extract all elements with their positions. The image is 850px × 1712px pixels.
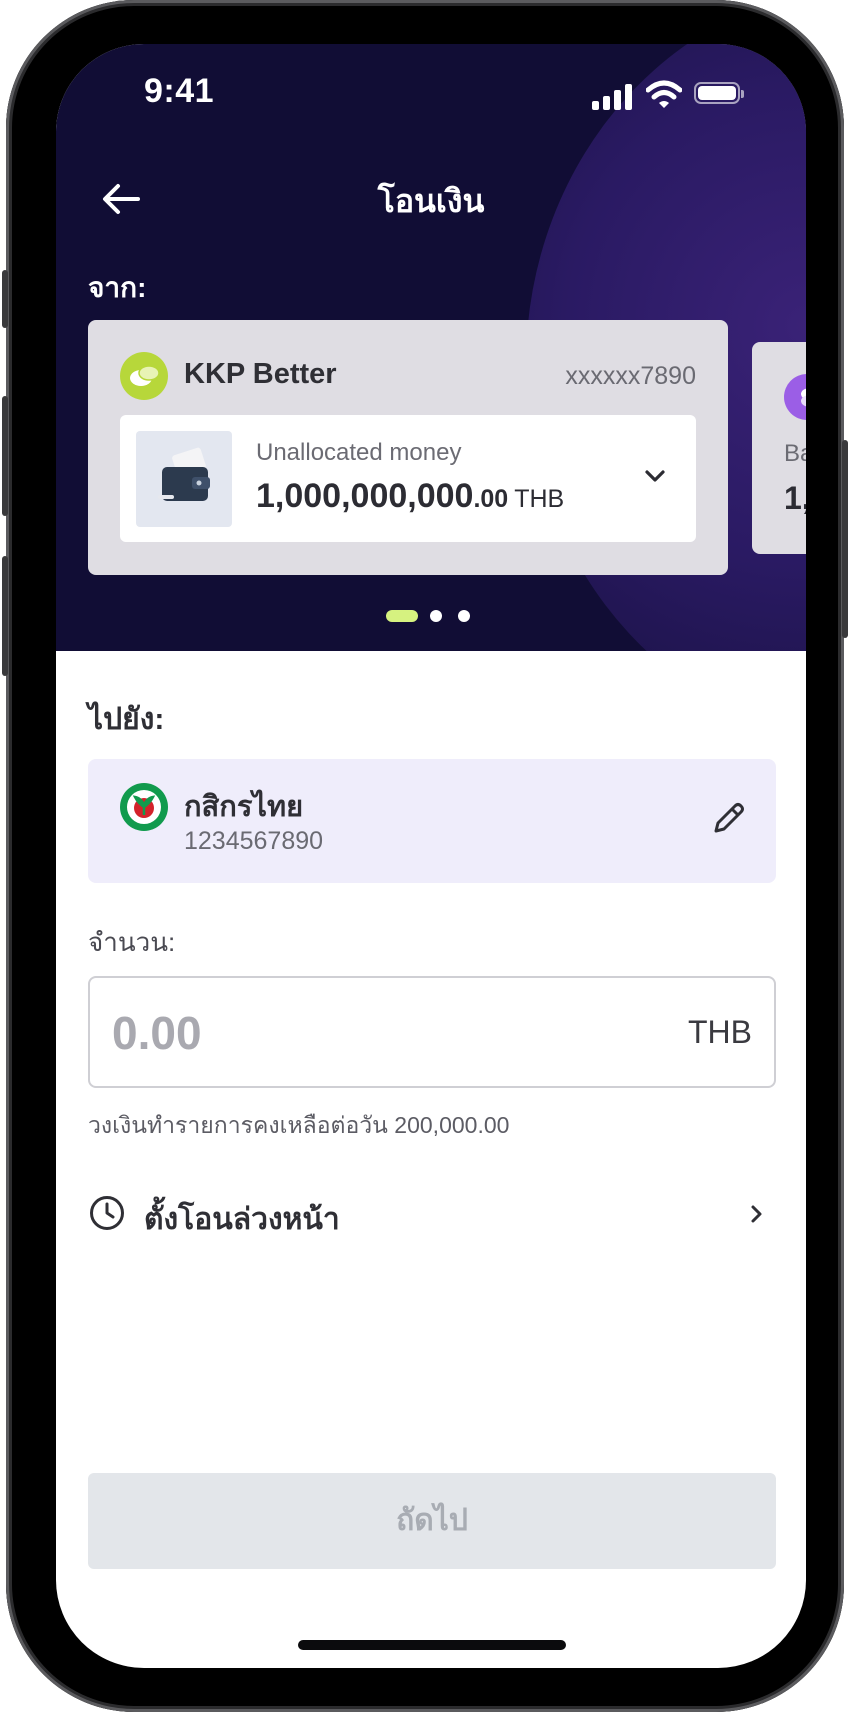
- to-label: ไปยัง:: [88, 703, 165, 736]
- volume-up-button: [2, 396, 8, 516]
- account-name: KKP Better: [184, 358, 337, 390]
- pencil-icon[interactable]: [708, 799, 748, 839]
- header: 9:41 โอนเงิน จาก: KKP Better xxxxxx7890 …: [56, 44, 806, 651]
- battery-icon: [694, 82, 744, 104]
- power-button: [842, 440, 848, 638]
- recipient-bank-name: กสิกรไทย: [184, 791, 304, 823]
- pager-dot[interactable]: [430, 610, 442, 622]
- chevron-right-icon: [751, 1205, 762, 1223]
- schedule-transfer-label: ตั้งโอนล่วงหน้า: [144, 1203, 340, 1236]
- account-card-next[interactable]: Ba 1,: [752, 342, 806, 554]
- pocket-label: Unallocated money: [256, 439, 462, 466]
- amount-currency: THB: [688, 1014, 752, 1050]
- account-card-kkp-better[interactable]: KKP Better xxxxxx7890 Unallocated money: [88, 320, 728, 575]
- next-card-amount: 1,: [784, 480, 806, 516]
- volume-down-button: [2, 556, 8, 676]
- account-number: xxxxxx7890: [565, 362, 696, 390]
- wallet-icon: [136, 431, 232, 527]
- next-button[interactable]: ถัดไป: [88, 1473, 776, 1569]
- from-label: จาก:: [88, 272, 147, 303]
- phone-frame: 9:41 โอนเงิน จาก: KKP Better xxxxxx7890 …: [2, 0, 848, 1712]
- kasikorn-logo-icon: [120, 783, 168, 831]
- pocket-balance: 1,000,000,000.00 THB: [256, 477, 564, 516]
- coins-icon: [784, 374, 806, 420]
- home-indicator[interactable]: [298, 1640, 566, 1650]
- next-card-label: Ba: [784, 440, 806, 467]
- status-time: 9:41: [144, 72, 215, 110]
- mute-switch: [2, 270, 8, 328]
- clock-icon: [90, 1196, 124, 1230]
- amount-label: จำนวน:: [88, 927, 176, 957]
- pager-dot[interactable]: [458, 610, 470, 622]
- schedule-transfer-row[interactable]: ตั้งโอนล่วงหน้า: [88, 1184, 776, 1244]
- wifi-icon: [646, 80, 682, 108]
- screen: 9:41 โอนเงิน จาก: KKP Better xxxxxx7890 …: [56, 44, 806, 1668]
- recipient-card[interactable]: กสิกรไทย 1234567890: [88, 759, 776, 883]
- pager-dot-active[interactable]: [386, 610, 418, 622]
- balance-main: 1,000,000,000: [256, 477, 474, 515]
- balance-decimal: .00: [473, 485, 509, 513]
- page-title: โอนเงิน: [377, 183, 485, 219]
- signal-icon: [592, 84, 632, 110]
- pocket-selector[interactable]: Unallocated money 1,000,000,000.00 THB: [120, 415, 696, 542]
- recipient-account-number: 1234567890: [184, 827, 324, 855]
- daily-limit-text: วงเงินทำรายการคงเหลือต่อวัน 200,000.00: [88, 1112, 510, 1138]
- coins-icon: [120, 352, 168, 400]
- chevron-down-icon[interactable]: [642, 463, 668, 489]
- amount-placeholder: 0.00: [112, 1007, 202, 1059]
- amount-input[interactable]: 0.00 THB: [88, 976, 776, 1088]
- balance-currency: THB: [514, 485, 565, 513]
